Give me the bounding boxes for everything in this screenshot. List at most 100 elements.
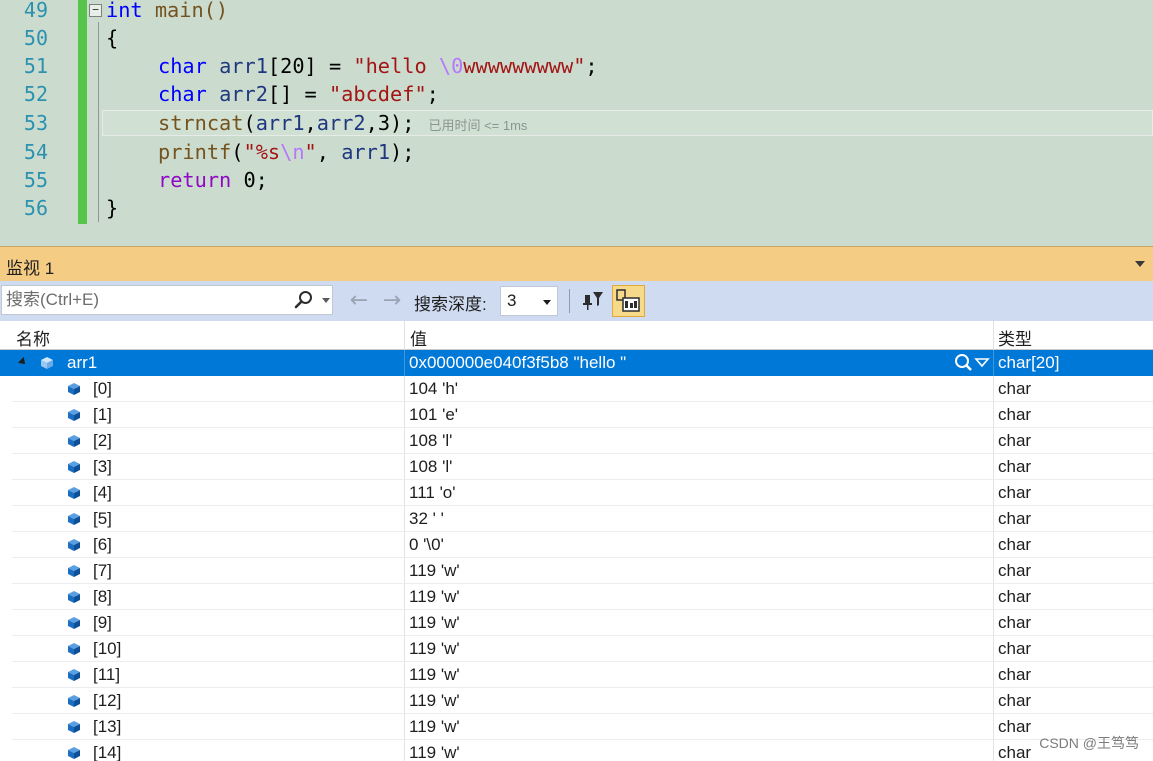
search-depth-label: 搜索深度: <box>414 295 487 314</box>
watch-name: [5] <box>93 509 112 528</box>
field-cube-icon <box>68 643 80 655</box>
line-number: 53 <box>23 111 48 135</box>
watch-row-element[interactable]: [1] 101 'e' char <box>0 402 1153 428</box>
watch-name: [7] <box>93 561 112 580</box>
field-cube-icon <box>68 513 80 525</box>
watch-row-element[interactable]: [12] 119 'w' char <box>0 688 1153 714</box>
watch-row-element[interactable]: [10] 119 'w' char <box>0 636 1153 662</box>
watch-row-element[interactable]: [6] 0 '\0' char <box>0 532 1153 558</box>
watch-grid-rows: arr1 0x000000e040f3f5b8 "hello " char[20… <box>0 350 1153 761</box>
cell-divider <box>993 610 994 636</box>
code-text: { <box>106 26 119 50</box>
search-box[interactable] <box>1 285 333 315</box>
watch-type: char <box>998 613 1032 632</box>
variable-icon <box>41 357 53 369</box>
watch-row-element[interactable]: [7] 119 'w' char <box>0 558 1153 584</box>
cell-divider <box>404 688 405 714</box>
watch-row-element[interactable]: [9] 119 'w' char <box>0 610 1153 636</box>
watch-value[interactable]: 119 'w' <box>409 717 460 737</box>
cell-divider <box>404 480 405 506</box>
watch-row-element[interactable]: [14] 119 'w' char <box>0 740 1153 761</box>
watch-name: [10] <box>93 639 122 658</box>
search-forward-arrow-icon[interactable]: → <box>379 289 405 313</box>
code-line-51[interactable]: 51 char arr1[20] = "hello \0wwwwwwwww"; <box>0 52 1153 80</box>
search-icon[interactable] <box>294 290 314 310</box>
line-number: 51 <box>23 54 48 78</box>
watch-value[interactable]: 108 'l' <box>409 431 452 451</box>
cell-divider <box>404 454 405 480</box>
code-line-54[interactable]: 54 printf("%s\n", arr1); <box>0 138 1153 166</box>
column-header-name[interactable]: 名称 <box>16 325 50 350</box>
watch-row-element[interactable]: [4] 111 'o' char <box>0 480 1153 506</box>
code-text: return 0; <box>158 168 268 192</box>
code-text: } <box>106 196 119 220</box>
watch-row-element[interactable]: [2] 108 'l' char <box>0 428 1153 454</box>
collapse-arrow-icon[interactable] <box>18 357 28 367</box>
watch-value[interactable]: 108 'l' <box>409 457 452 477</box>
watch-row-element[interactable]: [5] 32 ' ' char <box>0 506 1153 532</box>
watch-type: char <box>998 717 1032 736</box>
code-line-56[interactable]: 56 } <box>0 194 1153 222</box>
watch-type: char <box>998 431 1032 450</box>
panel-menu-dropdown-icon[interactable] <box>1135 261 1145 267</box>
hex-display-button[interactable] <box>612 285 645 317</box>
watch-type: char <box>998 639 1032 658</box>
watch-value[interactable]: 111 'o' <box>409 483 456 503</box>
watch-value[interactable]: 119 'w' <box>409 587 460 607</box>
watch-row-element[interactable]: [3] 108 'l' char <box>0 454 1153 480</box>
field-cube-icon <box>68 695 80 707</box>
cell-divider <box>993 376 994 402</box>
watch-value[interactable]: 32 ' ' <box>409 509 444 529</box>
search-back-arrow-icon[interactable]: ← <box>346 289 372 313</box>
watch-value[interactable]: 119 'w' <box>409 691 460 711</box>
watch-value[interactable]: 0 '\0' <box>409 535 444 555</box>
code-line-52[interactable]: 52 char arr2[] = "abcdef"; <box>0 80 1153 108</box>
field-cube-icon <box>68 383 80 395</box>
cell-divider <box>404 376 405 402</box>
watch-name: [11] <box>93 665 121 684</box>
cell-divider <box>993 662 994 688</box>
search-options-dropdown-icon[interactable] <box>322 298 330 303</box>
watch-value[interactable]: 119 'w' <box>409 639 460 659</box>
watch-row-element[interactable]: [0] 104 'h' char <box>0 376 1153 402</box>
column-header-value[interactable]: 值 <box>410 325 427 350</box>
cell-divider <box>993 584 994 610</box>
search-depth-select[interactable]: 3 <box>500 286 558 316</box>
cell-divider <box>993 636 994 662</box>
visualizer-magnifier-icon[interactable] <box>952 353 992 373</box>
cell-divider <box>993 480 994 506</box>
watch-row-element[interactable]: [8] 119 'w' char <box>0 584 1153 610</box>
watch-name: [4] <box>93 483 112 502</box>
watch-row-arr1[interactable]: arr1 0x000000e040f3f5b8 "hello " char[20… <box>0 350 1153 376</box>
column-divider[interactable] <box>404 321 405 350</box>
code-line-50[interactable]: 50 { <box>0 24 1153 52</box>
watch-value[interactable]: 104 'h' <box>409 379 458 399</box>
field-cube-icon <box>68 409 80 421</box>
watch-row-element[interactable]: [11] 119 'w' char <box>0 662 1153 688</box>
filter-pin-button[interactable] <box>579 287 609 315</box>
code-editor[interactable]: − 49 int main() 50 { 51 char arr1[20] = … <box>0 0 1153 246</box>
watch-panel-titlebar[interactable]: 监视 1 <box>0 246 1153 281</box>
watch-value[interactable]: 119 'w' <box>409 665 460 685</box>
watch-value[interactable]: 119 'w' <box>409 561 460 581</box>
code-text: int main() <box>106 0 229 22</box>
watch-name: [14] <box>93 743 122 761</box>
search-input[interactable] <box>6 289 276 311</box>
watch-value[interactable]: 119 'w' <box>409 613 460 633</box>
watch-value[interactable]: 0x000000e040f3f5b8 "hello " <box>409 353 626 373</box>
code-line-55[interactable]: 55 return 0; <box>0 166 1153 194</box>
field-cube-icon <box>68 487 80 499</box>
column-header-type[interactable]: 类型 <box>998 325 1032 350</box>
watch-value[interactable]: 101 'e' <box>409 405 458 425</box>
code-line-49[interactable]: 49 int main() <box>0 0 1153 24</box>
column-divider[interactable] <box>993 321 994 350</box>
cell-divider <box>404 558 405 584</box>
field-cube-icon <box>68 435 80 447</box>
perf-tip[interactable]: 已用时间 <= 1ms <box>428 118 527 133</box>
code-line-53[interactable]: 53 strncat(arr1,arr2,3); 已用时间 <= 1ms <box>0 109 1153 137</box>
cell-divider <box>404 636 405 662</box>
watch-name: [0] <box>93 379 112 398</box>
watch-name: arr1 <box>67 353 98 372</box>
watch-row-element[interactable]: [13] 119 'w' char <box>0 714 1153 740</box>
watch-value[interactable]: 119 'w' <box>409 743 460 761</box>
